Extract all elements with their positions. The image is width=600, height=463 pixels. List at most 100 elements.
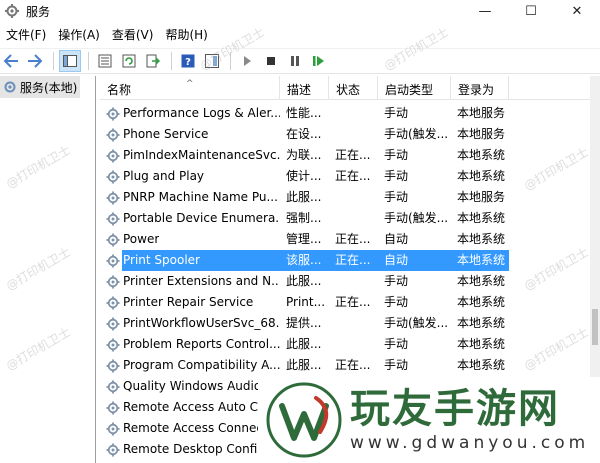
service-name-cell[interactable]: Plug and Play — [100, 166, 280, 187]
service-row[interactable]: PrintWorkflowUserSvc_68... 提供... 手动(触发... 本… — [100, 313, 590, 334]
view-pane-button[interactable] — [201, 50, 223, 72]
service-name: Printer Repair Service — [123, 295, 254, 309]
service-row[interactable]: Power 管理... 正在... 自动 本地系统 — [100, 229, 590, 250]
service-gear-icon — [106, 212, 120, 225]
service-status: 正在... — [335, 232, 371, 246]
service-name: Print Spooler — [122, 250, 280, 271]
service-name-cell[interactable]: Quality Windows Audio — [100, 376, 280, 397]
service-gear-icon — [106, 149, 120, 162]
service-name-cell[interactable]: Portable Device Enumera... — [100, 208, 280, 229]
back-button[interactable] — [0, 50, 22, 72]
service-name-cell[interactable]: Remote Desktop Confi — [100, 439, 280, 460]
service-row[interactable]: Plug and Play 使计... 正在... 手动 本地系统 — [100, 166, 590, 187]
service-description: 强制... — [286, 211, 322, 225]
scrollbar-thumb[interactable] — [592, 309, 598, 345]
service-name-cell[interactable]: Performance Logs & Aler... — [100, 103, 280, 124]
service-row[interactable]: Portable Device Enumera... 强制... 手动(触发... 本… — [100, 208, 590, 229]
service-name-cell[interactable]: Remote Access Auto C — [100, 397, 280, 418]
service-status: 正在... — [335, 169, 371, 183]
service-name: Quality Windows Audio — [123, 379, 262, 393]
export-list-button[interactable] — [142, 50, 164, 72]
column-header-log-on-as[interactable]: 登录为 — [451, 76, 509, 100]
service-name-cell[interactable]: Printer Repair Service — [100, 292, 280, 313]
tree-item-services-local[interactable]: 服务(本地) — [0, 76, 80, 98]
window-title: 服务 — [26, 4, 51, 19]
service-startup-type: 手动(触发... — [384, 127, 449, 141]
restart-service-button[interactable] — [308, 50, 330, 72]
properties-icon — [98, 54, 112, 68]
menu-view[interactable]: 查看(V) — [106, 24, 160, 46]
stop-service-button[interactable] — [260, 50, 282, 72]
properties-button[interactable] — [94, 50, 116, 72]
maximize-button[interactable]: ☐ — [508, 0, 554, 22]
column-header-name[interactable]: 名称 ^ — [100, 76, 280, 100]
service-row[interactable]: Problem Reports Control... 此服... 手动 本地系统 — [100, 334, 590, 355]
logo-title: 玩友手游网 — [350, 385, 560, 432]
service-row[interactable]: Phone Service 在设... 手动(触发... 本地服务 — [100, 124, 590, 145]
service-name: Power — [123, 232, 160, 246]
service-row[interactable]: Print Spooler 该服... 正在... 自动 本地系统 — [100, 250, 590, 271]
column-header-label: 登录为 — [458, 83, 495, 97]
service-gear-icon — [106, 107, 120, 120]
service-name-cell[interactable]: PrintWorkflowUserSvc_68... — [100, 313, 280, 334]
service-name-cell[interactable]: PimIndexMaintenanceSvc... — [100, 145, 280, 166]
service-gear-icon — [106, 401, 120, 414]
service-name-cell[interactable]: Program Compatibility A... — [100, 355, 280, 376]
service-status — [329, 187, 378, 208]
pause-service-button[interactable] — [284, 50, 306, 72]
service-startup-type: 手动(触发... — [384, 211, 449, 225]
service-startup-type: 手动 — [384, 295, 409, 309]
service-name: PrintWorkflowUserSvc_68... — [123, 316, 280, 330]
service-status — [329, 334, 378, 355]
play-icon — [244, 56, 251, 66]
menu-action[interactable]: 操作(A) — [52, 24, 106, 46]
service-name-cell[interactable]: Printer Extensions and N... — [100, 271, 280, 292]
restart-icon — [313, 56, 324, 66]
service-name: Remote Access Auto C — [123, 400, 259, 414]
service-name-cell[interactable]: Print Spooler — [100, 250, 280, 271]
service-startup-type: 自动 — [378, 250, 451, 271]
service-row[interactable]: Performance Logs & Aler... 性能... 手动 本地服务 — [100, 103, 590, 124]
service-log-on-as: 本地系统 — [457, 316, 506, 330]
menu-file[interactable]: 文件(F) — [0, 24, 52, 46]
column-header-startup-type[interactable]: 启动类型 — [378, 76, 451, 100]
column-header-description[interactable]: 描述 — [280, 76, 329, 100]
service-startup-type: 自动 — [384, 232, 409, 246]
service-row[interactable]: PimIndexMaintenanceSvc... 为联... 正在... 手动 本地系… — [100, 145, 590, 166]
service-name-cell[interactable]: Phone Service — [100, 124, 280, 145]
refresh-button[interactable] — [118, 50, 140, 72]
help-button[interactable]: ? — [177, 50, 199, 72]
start-service-button[interactable] — [236, 50, 258, 72]
list-header: 名称 ^ 描述 状态 启动类型 登录为 — [100, 76, 590, 100]
service-startup-type: 手动 — [384, 358, 409, 372]
service-name-cell[interactable]: Problem Reports Control... — [100, 334, 280, 355]
service-row[interactable]: PNRP Machine Name Pu... 此服... 手动 本地服务 — [100, 187, 590, 208]
close-button[interactable]: ✕ — [554, 0, 600, 22]
service-name: PimIndexMaintenanceSvc... — [123, 148, 280, 162]
service-gear-icon — [106, 359, 120, 372]
service-gear-icon — [106, 128, 120, 141]
service-status — [329, 313, 378, 334]
maximize-icon: ☐ — [525, 3, 537, 19]
column-header-label: 描述 — [287, 83, 312, 97]
service-name: Plug and Play — [123, 169, 205, 183]
service-name-cell[interactable]: PNRP Machine Name Pu... — [100, 187, 280, 208]
service-name-cell[interactable]: Remote Access Connec — [100, 418, 280, 439]
menu-help[interactable]: 帮助(H) — [159, 24, 213, 46]
show-console-tree-button[interactable] — [59, 50, 81, 72]
service-name: Phone Service — [123, 127, 209, 141]
title-bar: 服务 — ☐ ✕ — [0, 0, 600, 22]
service-row[interactable]: Program Compatibility A... 此服... 正在... 手动 本地… — [100, 355, 590, 376]
service-row[interactable]: Printer Extensions and N... 此服... 手动 本地系统 — [100, 271, 590, 292]
service-name-cell[interactable]: Power — [100, 229, 280, 250]
service-gear-icon — [106, 275, 120, 288]
service-row[interactable]: Printer Repair Service Print... 正在... 手动 本地系… — [100, 292, 590, 313]
service-description: 该服... — [280, 250, 329, 271]
column-header-label: 名称 — [107, 83, 132, 97]
toolbar-separator — [53, 52, 54, 70]
column-header-status[interactable]: 状态 — [329, 76, 378, 100]
minimize-button[interactable]: — — [462, 0, 508, 22]
service-log-on-as: 本地系统 — [457, 232, 506, 246]
service-description: 管理... — [286, 232, 322, 246]
forward-button[interactable] — [24, 50, 46, 72]
